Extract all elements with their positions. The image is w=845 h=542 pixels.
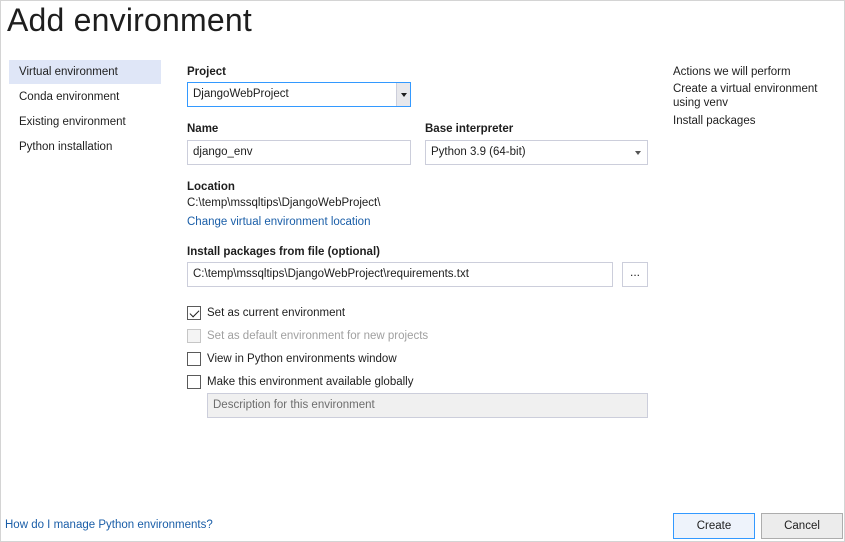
location-label: Location: [187, 181, 235, 193]
name-input[interactable]: django_env: [187, 140, 411, 165]
set-current-label: Set as current environment: [207, 307, 346, 319]
change-location-link[interactable]: Change virtual environment location: [187, 216, 370, 228]
name-label: Name: [187, 123, 219, 135]
cancel-button[interactable]: Cancel: [761, 513, 843, 539]
base-interpreter-label: Base interpreter: [425, 123, 514, 135]
base-interpreter-value: Python 3.9 (64-bit): [431, 146, 526, 158]
view-in-window-label: View in Python environments window: [207, 353, 397, 365]
available-globally-label: Make this environment available globally: [207, 376, 414, 388]
sidebar-item-conda-environment[interactable]: Conda environment: [9, 85, 161, 109]
install-packages-label: Install packages from file (optional): [187, 246, 380, 258]
sidebar-item-python-installation[interactable]: Python installation: [9, 135, 161, 159]
sidebar-item-existing-environment[interactable]: Existing environment: [9, 110, 161, 134]
actions-title: Actions we will perform: [673, 66, 791, 78]
install-packages-input[interactable]: C:\temp\mssqltips\DjangoWebProject\requi…: [187, 262, 613, 287]
browse-button[interactable]: ...: [622, 262, 648, 287]
project-dropdown-button[interactable]: [396, 83, 410, 106]
description-input: Description for this environment: [207, 393, 648, 418]
location-value: C:\temp\mssqltips\DjangoWebProject\: [187, 197, 381, 209]
help-link[interactable]: How do I manage Python environments?: [5, 519, 213, 531]
dialog-title: Add environment: [7, 2, 252, 38]
action-create-venv: Create a virtual environment using venv: [673, 83, 818, 109]
set-default-checkbox: [187, 329, 201, 343]
set-default-label: Set as default environment for new proje…: [207, 330, 429, 342]
chevron-down-icon: [635, 151, 641, 155]
sidebar-item-virtual-environment[interactable]: Virtual environment: [9, 60, 161, 84]
available-globally-checkbox[interactable]: [187, 375, 201, 389]
project-dropdown[interactable]: DjangoWebProject: [187, 82, 411, 107]
view-in-window-checkbox[interactable]: [187, 352, 201, 366]
create-button[interactable]: Create: [673, 513, 755, 539]
set-current-checkbox[interactable]: [187, 306, 201, 320]
project-value: DjangoWebProject: [193, 88, 289, 100]
check-icon: [189, 307, 199, 317]
base-interpreter-select[interactable]: Python 3.9 (64-bit): [425, 140, 648, 165]
action-install-packages: Install packages: [673, 115, 756, 127]
chevron-down-icon: [400, 92, 407, 97]
project-label: Project: [187, 66, 226, 78]
